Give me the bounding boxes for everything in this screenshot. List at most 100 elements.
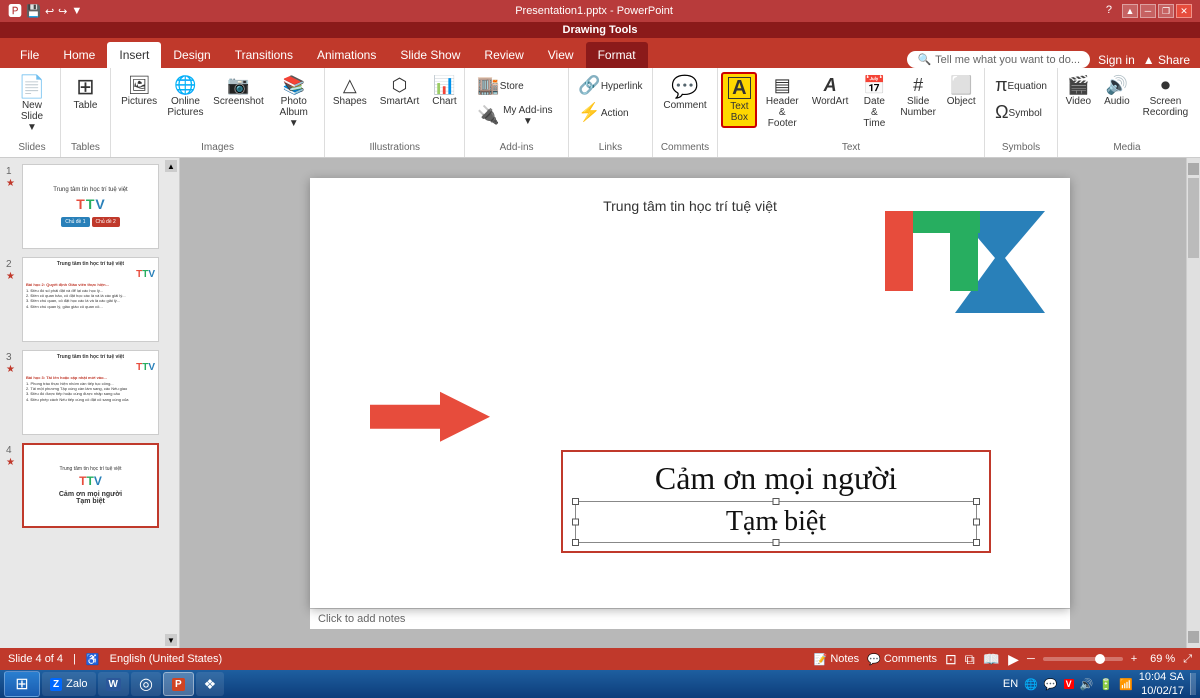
new-slide-button[interactable]: 📄 NewSlide ▼ (10, 72, 54, 137)
tab-animations[interactable]: Animations (305, 42, 388, 68)
help-icon[interactable]: ? (1106, 4, 1112, 18)
screen-recording-button[interactable]: ⏺ ScreenRecording (1137, 72, 1195, 122)
wordart-button[interactable]: A WordArt (807, 72, 853, 111)
tab-view[interactable]: View (536, 42, 586, 68)
slide-thumb-4[interactable]: 4 ★ Trung tâm tin học trí tuệ việt T T V… (22, 443, 159, 528)
date-time-icon: 📅 (863, 76, 885, 94)
tab-file[interactable]: File (8, 42, 51, 68)
smartart-button[interactable]: ⬡ SmartArt (374, 72, 425, 111)
tab-review[interactable]: Review (472, 42, 535, 68)
add-notes-bar[interactable]: Click to add notes (310, 608, 1070, 629)
status-right: 📝 Notes 💬 Comments ⊡ ⧉ 📖 ▶ ─ + 69 % ⤢ (814, 651, 1192, 668)
tam-biet-box[interactable]: Tạm biệt (575, 501, 977, 543)
tab-transitions[interactable]: Transitions (223, 42, 305, 68)
equation-icon: π (995, 76, 1007, 94)
accessibility-icon[interactable]: ♿ (86, 653, 100, 666)
panel-scroll-up[interactable]: ▲ (165, 160, 177, 172)
tab-home[interactable]: Home (51, 42, 107, 68)
text-box-button[interactable]: A TextBox (721, 72, 757, 128)
zoom-plus-btn[interactable]: + (1131, 653, 1137, 665)
taskbar-chrome[interactable]: ◎ (131, 672, 161, 696)
screen-recording-icon: ⏺ (1161, 76, 1170, 94)
equation-button[interactable]: π Equation (989, 72, 1053, 98)
signin-area: 🔍 Tell me what you want to do... Sign in… (907, 51, 1200, 68)
vscroll-down-btn[interactable] (1188, 631, 1199, 643)
fit-btn[interactable]: ⤢ (1183, 653, 1192, 666)
taskbar-word[interactable]: W (98, 672, 129, 696)
pictures-button[interactable]: 🖼 Pictures (116, 72, 161, 111)
table-button[interactable]: ⊞ Table (67, 72, 103, 115)
ribbon-toggle[interactable]: ▲ (1122, 4, 1138, 18)
undo-icon[interactable]: ↩ (45, 5, 54, 18)
tab-slideshow[interactable]: Slide Show (388, 42, 472, 68)
save-icon[interactable]: 💾 (26, 4, 41, 18)
tab-format[interactable]: Format (586, 42, 648, 68)
hyperlink-button[interactable]: 🔗 Hyperlink (572, 72, 648, 98)
store-button[interactable]: 🏬 Store (471, 72, 551, 98)
zoom-level[interactable]: 69 % (1145, 653, 1175, 665)
taskbar-zalo[interactable]: Z Zalo (42, 672, 96, 696)
vscroll-thumb[interactable] (1188, 178, 1199, 258)
tab-design[interactable]: Design (161, 42, 222, 68)
panel-scroll-down[interactable]: ▼ (165, 634, 177, 646)
text-box-container[interactable]: Cảm ơn mọi người Tạm biệt (561, 450, 991, 553)
canvas-vscroll[interactable] (1186, 158, 1200, 648)
view-reading-btn[interactable]: 📖 (983, 651, 1000, 668)
redo-icon[interactable]: ↪ (58, 5, 67, 18)
symbol-button[interactable]: Ω Symbol (989, 99, 1048, 125)
online-pictures-button[interactable]: 🌐 OnlinePictures (163, 72, 208, 122)
action-button[interactable]: ⚡ Action (572, 99, 634, 125)
vscroll-up-btn[interactable] (1188, 163, 1199, 175)
view-normal-btn[interactable]: ⊡ (945, 651, 957, 668)
zoom-thumb[interactable] (1095, 654, 1105, 664)
screenshot-button[interactable]: 📷 Screenshot (209, 72, 268, 111)
taskbar-app5[interactable]: ❖ (196, 672, 225, 696)
tell-me-bar[interactable]: 🔍 Tell me what you want to do... (907, 51, 1090, 68)
minimize-btn[interactable]: ─ (1140, 4, 1156, 18)
volume-icon[interactable]: 🔊 (1080, 678, 1094, 691)
slide-thumb-3[interactable]: 3 ★ Trung tâm tin học trí tuệ việt T T V… (22, 350, 159, 435)
header-footer-button[interactable]: ▤ Header& Footer (758, 72, 806, 133)
handle-tl (572, 498, 579, 505)
audio-icon: 🔊 (1106, 76, 1128, 94)
view-slideshow-btn[interactable]: ▶ (1008, 651, 1019, 668)
customize-icon[interactable]: ▼ (71, 5, 82, 17)
ribbon-group-symbols: π Equation Ω Symbol Symbols (985, 68, 1058, 157)
my-addins-button[interactable]: 🔌 My Add-ins ▼ (471, 99, 561, 131)
chrome-icon: ◎ (139, 674, 153, 694)
signin-btn[interactable]: Sign in (1098, 53, 1135, 67)
language-status[interactable]: English (United States) (110, 653, 223, 665)
action-icon: ⚡ (578, 103, 600, 121)
word-icon: W (106, 678, 121, 691)
show-desktop-btn[interactable] (1190, 673, 1196, 695)
date-time-button[interactable]: 📅 Date &Time (854, 72, 894, 133)
slide-thumb-1[interactable]: 1 ★ Trung tâm tin học trí tuệ việt T T V… (22, 164, 159, 249)
signal-icon: 📶 (1119, 678, 1133, 691)
zoom-slider[interactable] (1043, 657, 1123, 661)
restore-btn[interactable]: ❐ (1158, 4, 1174, 18)
status-bar: Slide 4 of 4 | ♿ English (United States)… (0, 648, 1200, 670)
video-button[interactable]: 🎬 Video (1060, 72, 1097, 111)
tab-insert[interactable]: Insert (107, 42, 161, 68)
slide-number-button[interactable]: # SlideNumber (896, 72, 941, 122)
object-button[interactable]: ⬜ Object (942, 72, 981, 111)
photo-album-button[interactable]: 📚 PhotoAlbum ▼ (269, 72, 319, 133)
chart-button[interactable]: 📊 Chart (426, 72, 462, 111)
slide-thumb-2[interactable]: 2 ★ Trung tâm tin học trí tuệ việt T T V… (22, 257, 159, 342)
audio-button[interactable]: 🔊 Audio (1098, 72, 1136, 111)
shapes-button[interactable]: △ Shapes (327, 72, 373, 111)
comment-button[interactable]: 💬 Comment (657, 72, 712, 115)
notes-btn[interactable]: 📝 Notes (814, 653, 859, 666)
store-icon: 🏬 (477, 76, 499, 94)
handle-tr (973, 498, 980, 505)
online-pictures-icon: 🌐 (174, 76, 196, 94)
ribbon-group-images: 🖼 Pictures 🌐 OnlinePictures 📷 Screenshot… (111, 68, 325, 157)
close-btn[interactable]: ✕ (1176, 4, 1192, 18)
view-slide-btn[interactable]: ⧉ (965, 651, 975, 668)
comments-btn[interactable]: 💬 Comments (867, 653, 937, 666)
taskbar-powerpoint[interactable]: P (163, 672, 194, 696)
zoom-minus-btn[interactable]: ─ (1027, 653, 1035, 665)
text-box-icon: A (728, 77, 750, 99)
clock-area: 10:04 SA 10/02/17 (1139, 670, 1184, 698)
share-btn[interactable]: ▲ Share (1143, 53, 1190, 67)
